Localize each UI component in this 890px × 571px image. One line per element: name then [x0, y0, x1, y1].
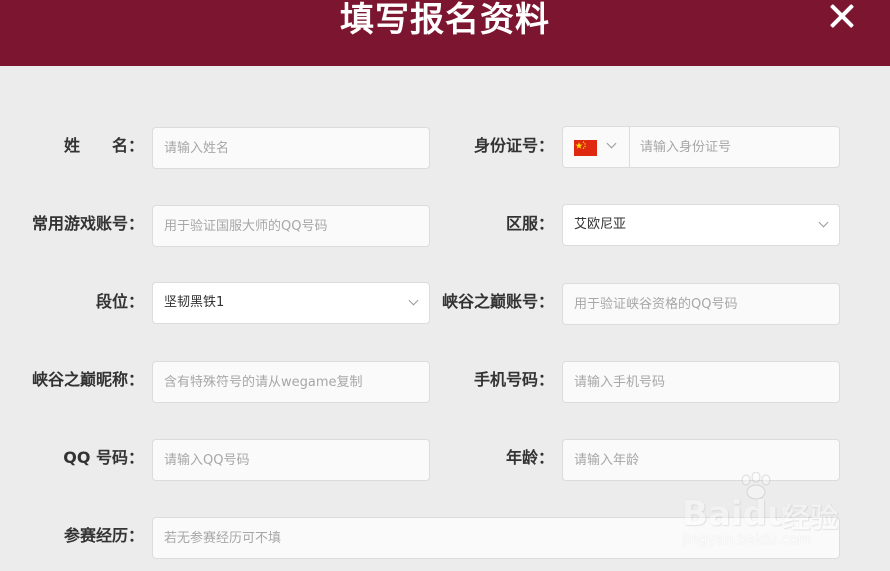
server-label: 区服：: [505, 214, 554, 233]
watermark-logo: Baidu: [682, 494, 792, 534]
rank-value: 坚韧黑铁1: [164, 295, 225, 310]
close-icon[interactable]: [826, 2, 858, 34]
watermark-cn: 经验: [782, 501, 839, 534]
id-number-field[interactable]: [562, 126, 840, 168]
experience-label: 参赛经历：: [63, 526, 144, 545]
qq-input[interactable]: [153, 440, 429, 480]
phone-label: 手机号码：: [473, 370, 554, 389]
server-select[interactable]: 艾欧尼亚: [562, 204, 840, 246]
chevron-down-icon: [818, 217, 829, 228]
canyon-account-field[interactable]: [562, 283, 840, 325]
qq-field[interactable]: [152, 439, 430, 481]
phone-field[interactable]: [562, 361, 840, 403]
game-account-label: 常用游戏账号：: [31, 214, 144, 233]
modal-title: 填写报名资料: [340, 0, 550, 40]
chevron-down-icon: [606, 138, 617, 149]
name-input[interactable]: [153, 128, 429, 168]
phone-input[interactable]: [563, 362, 839, 402]
canyon-nickname-field[interactable]: [152, 361, 430, 403]
rank-label: 段位：: [95, 292, 144, 311]
name-label: 姓 名：: [63, 136, 144, 155]
id-number-label: 身份证号：: [473, 136, 554, 155]
country-selector[interactable]: [563, 127, 630, 167]
canyon-account-input[interactable]: [563, 284, 839, 324]
game-account-field[interactable]: [152, 205, 430, 247]
watermark-url: jingyan.baidu.com: [682, 532, 812, 548]
modal-header: 填写报名资料: [0, 0, 890, 66]
rank-select[interactable]: 坚韧黑铁1: [152, 282, 430, 324]
qq-label: QQ 号码：: [63, 448, 144, 467]
canyon-account-label: 峡谷之巅账号：: [441, 292, 554, 311]
age-label: 年龄：: [505, 448, 554, 467]
canyon-nickname-input[interactable]: [153, 362, 429, 402]
game-account-input[interactable]: [153, 206, 429, 246]
canyon-nickname-label: 峡谷之巅昵称：: [31, 370, 144, 389]
china-flag-icon: [574, 140, 597, 156]
baidu-watermark: Baidu 经验 jingyan.baidu.com: [682, 468, 882, 558]
name-field[interactable]: [152, 127, 430, 169]
server-value: 艾欧尼亚: [574, 217, 627, 232]
id-number-input[interactable]: [629, 127, 839, 167]
